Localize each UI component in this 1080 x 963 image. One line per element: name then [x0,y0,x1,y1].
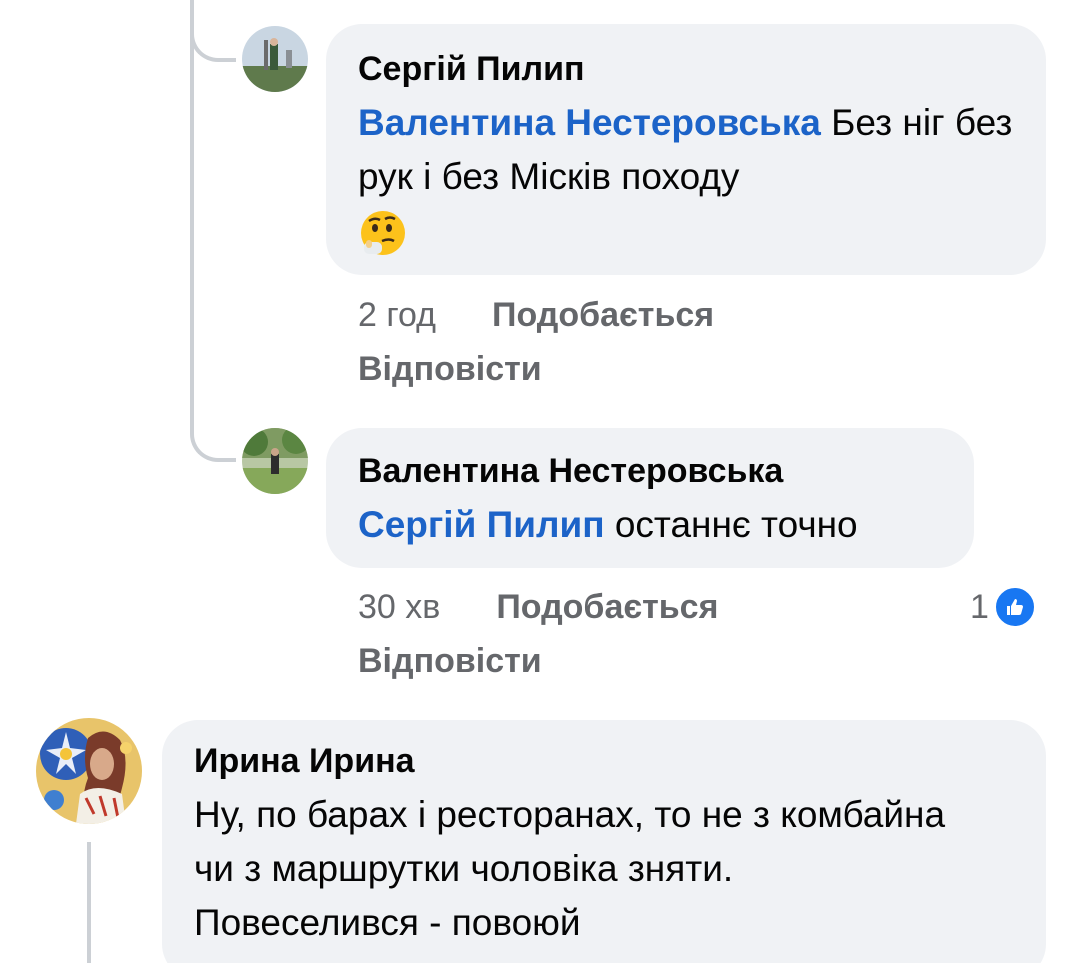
thread-connector-line [87,842,91,963]
mention-link[interactable]: Валентина Нестеровська [358,102,821,143]
thinking-face-emoji [358,208,408,273]
mention-link[interactable]: Сергій Пилип [358,504,605,545]
comment-text: Ну, по барах і ресторанах, то не з комба… [194,788,954,950]
comment-bubble: Ирина Ирина Ну, по барах і ресторанах, т… [162,720,1046,963]
comment-body: останнє точно [604,504,858,545]
like-button[interactable]: Подобається [496,588,718,626]
thread-connector-curve [190,0,236,62]
avatar[interactable] [242,26,308,92]
comment-bubble: Валентина Нестеровська Сергій Пилип оста… [326,428,974,568]
comment-author[interactable]: Ирина Ирина [194,738,1016,784]
comment-thread: Сергій Пилип Валентина Нестеровська Без … [0,0,1080,963]
like-button[interactable]: Подобається [492,296,714,334]
reply-button[interactable]: Відповісти [358,350,542,388]
thread-connector-curve [190,400,236,462]
comment-time[interactable]: 2 год [358,296,436,334]
avatar[interactable] [36,718,142,824]
reply-button[interactable]: Відповісти [358,642,542,680]
avatar[interactable] [242,428,308,494]
thread-connector-line [190,30,194,430]
reaction-summary[interactable]: 1 [970,585,1037,629]
comment-meta: 30 хв Подобається Відповісти [358,580,858,688]
comment-text: Валентина Нестеровська Без ніг без рук і… [358,96,1016,273]
comment-time[interactable]: 30 хв [358,588,440,626]
reaction-count: 1 [970,587,989,626]
comment-body: Ну, по барах і ресторанах, то не з комба… [194,794,946,943]
comment-meta: 2 год Подобається Відповісти [358,288,858,396]
comment-bubble: Сергій Пилип Валентина Нестеровська Без … [326,24,1046,275]
like-icon [992,585,1037,629]
comment-author[interactable]: Валентина Нестеровська [358,448,944,494]
comment-author[interactable]: Сергій Пилип [358,46,1016,92]
comment-text: Сергій Пилип останнє точно [358,498,944,552]
